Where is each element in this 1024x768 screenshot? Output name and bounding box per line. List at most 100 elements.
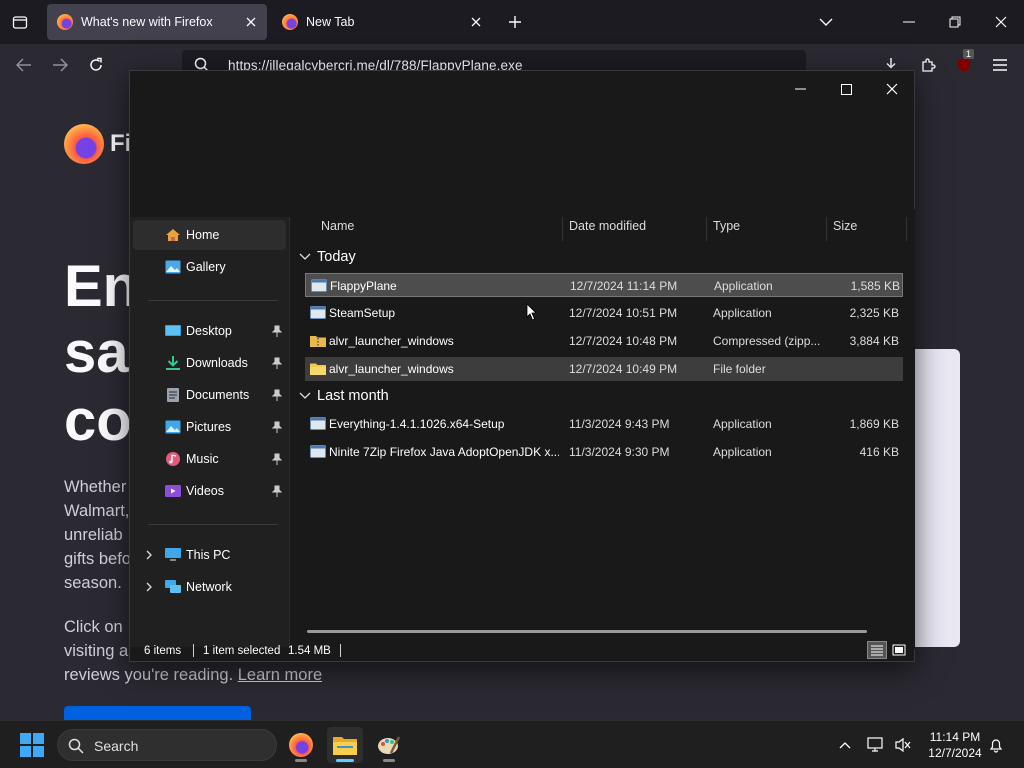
taskbar-firefox-icon[interactable]: [283, 727, 319, 763]
details-view-icon[interactable]: [867, 641, 887, 659]
restore-button[interactable]: [941, 8, 969, 36]
nav-item-documents[interactable]: Documents: [133, 380, 286, 410]
group-header-today[interactable]: Today: [299, 249, 356, 265]
pin-icon[interactable]: [272, 357, 282, 369]
column-header-type[interactable]: Type: [707, 217, 827, 241]
nav-item-pictures[interactable]: Pictures: [133, 412, 286, 442]
this-pc-icon: [165, 548, 181, 561]
nav-label: Music: [186, 452, 219, 466]
close-window-button[interactable]: [987, 8, 1015, 36]
group-header-last-month[interactable]: Last month: [299, 388, 389, 404]
nav-item-music[interactable]: Music: [133, 444, 286, 474]
status-divider: [340, 644, 341, 657]
explorer-maximize-button[interactable]: [830, 75, 862, 103]
folder-icon: [310, 363, 326, 375]
firefox-favicon-icon: [57, 14, 73, 30]
minimize-button[interactable]: [895, 8, 923, 36]
taskbar-clock[interactable]: 11:14 PM 12/7/2024: [920, 729, 990, 761]
pin-icon[interactable]: [272, 453, 282, 465]
music-icon: [166, 452, 180, 466]
large-icons-view-icon[interactable]: [889, 641, 909, 659]
clock-time: 11:14 PM: [929, 730, 981, 744]
column-header-date[interactable]: Date modified: [563, 217, 707, 241]
list-all-tabs-chevron-icon[interactable]: [812, 8, 840, 36]
file-type: Application: [713, 417, 772, 431]
column-header-size[interactable]: Size: [827, 217, 907, 241]
hero-line: En: [64, 254, 139, 319]
chevron-down-icon: [299, 392, 311, 399]
learn-more-link[interactable]: Learn more: [238, 666, 322, 684]
nav-item-network[interactable]: Network: [133, 572, 286, 602]
side-card: [910, 349, 960, 647]
pin-icon[interactable]: [272, 421, 282, 433]
file-row[interactable]: alvr_launcher_windows 12/7/2024 10:49 PM…: [305, 357, 903, 381]
back-arrow-icon[interactable]: [12, 53, 36, 77]
file-type: Application: [713, 445, 772, 459]
file-size: 2,325 KB: [849, 306, 899, 320]
pin-icon[interactable]: [272, 389, 282, 401]
chevron-down-icon: [299, 253, 311, 260]
network-monitor-icon[interactable]: [866, 735, 886, 755]
file-row[interactable]: Everything-1.4.1.1026.x64-Setup 11/3/202…: [305, 412, 903, 436]
search-icon: [68, 738, 84, 754]
nav-divider: [148, 524, 278, 525]
pin-icon[interactable]: [272, 325, 282, 337]
file-name: alvr_launcher_windows: [329, 334, 454, 348]
taskbar-paint-icon[interactable]: [371, 727, 407, 763]
file-row[interactable]: FlappyPlane 12/7/2024 11:14 PM Applicati…: [305, 273, 903, 297]
file-name: alvr_launcher_windows: [329, 362, 454, 376]
body-text: season.: [64, 574, 122, 592]
cta-button[interactable]: [64, 706, 251, 720]
file-name: FlappyPlane: [330, 279, 397, 293]
reload-icon[interactable]: [84, 53, 108, 77]
file-type: Application: [714, 279, 773, 293]
nav-item-gallery[interactable]: Gallery: [133, 252, 286, 282]
volume-muted-icon[interactable]: [893, 735, 913, 755]
file-date: 11/3/2024 9:43 PM: [569, 417, 670, 431]
show-hidden-icons-chevron-icon[interactable]: [835, 735, 855, 755]
body-text: visiting a: [64, 642, 129, 660]
nav-label: Pictures: [186, 420, 232, 434]
windows-start-icon[interactable]: [20, 733, 44, 757]
tab-whats-new[interactable]: What's new with Firefox: [47, 4, 267, 40]
menu-hamburger-icon[interactable]: [988, 53, 1012, 77]
extensions-puzzle-icon[interactable]: [916, 53, 940, 77]
column-header-name[interactable]: Name: [315, 217, 563, 241]
item-count: 6 items: [144, 645, 182, 657]
file-row[interactable]: SteamSetup 12/7/2024 10:51 PM Applicatio…: [305, 301, 903, 325]
close-tab-icon[interactable]: [243, 14, 259, 30]
tab-list-icon[interactable]: [8, 10, 32, 34]
taskbar-search-box[interactable]: Search: [57, 729, 277, 761]
file-row[interactable]: alvr_launcher_windows 12/7/2024 10:48 PM…: [305, 329, 903, 353]
file-date: 12/7/2024 10:49 PM: [569, 362, 678, 376]
browser-tabstrip: What's new with Firefox New Tab: [0, 0, 1024, 44]
close-tab-icon[interactable]: [468, 14, 484, 30]
status-bar: 6 items 1 item selected 1.54 MB: [130, 639, 916, 663]
explorer-minimize-button[interactable]: [784, 75, 816, 103]
file-name: Ninite 7Zip Firefox Java AdoptOpenJDK x.…: [329, 445, 559, 459]
chevron-right-icon[interactable]: [144, 581, 154, 593]
nav-label: Videos: [186, 484, 224, 498]
tab-new-tab[interactable]: New Tab: [272, 4, 492, 40]
pin-icon[interactable]: [272, 485, 282, 497]
zip-folder-icon: [310, 336, 326, 347]
file-name: SteamSetup: [329, 306, 396, 320]
taskbar-file-explorer-icon[interactable]: [327, 727, 363, 763]
notification-bell-icon[interactable]: [986, 735, 1006, 755]
nav-item-videos[interactable]: Videos: [133, 476, 286, 506]
nav-item-home[interactable]: Home: [133, 220, 286, 250]
chevron-right-icon[interactable]: [144, 549, 154, 561]
nav-item-downloads[interactable]: Downloads: [133, 348, 286, 378]
new-tab-button[interactable]: [503, 10, 527, 34]
file-date: 11/3/2024 9:30 PM: [569, 445, 670, 459]
nav-item-this-pc[interactable]: This PC: [133, 540, 286, 570]
horizontal-scrollbar[interactable]: [307, 630, 867, 633]
nav-item-desktop[interactable]: Desktop: [133, 316, 286, 346]
exe-icon: [310, 306, 326, 319]
forward-arrow-icon[interactable]: [48, 53, 72, 77]
file-row[interactable]: Ninite 7Zip Firefox Java AdoptOpenJDK x.…: [305, 440, 903, 464]
explorer-close-button[interactable]: [876, 75, 908, 103]
documents-icon: [167, 388, 179, 402]
status-divider: [193, 644, 194, 657]
ublock-origin-icon[interactable]: 1: [952, 49, 976, 77]
